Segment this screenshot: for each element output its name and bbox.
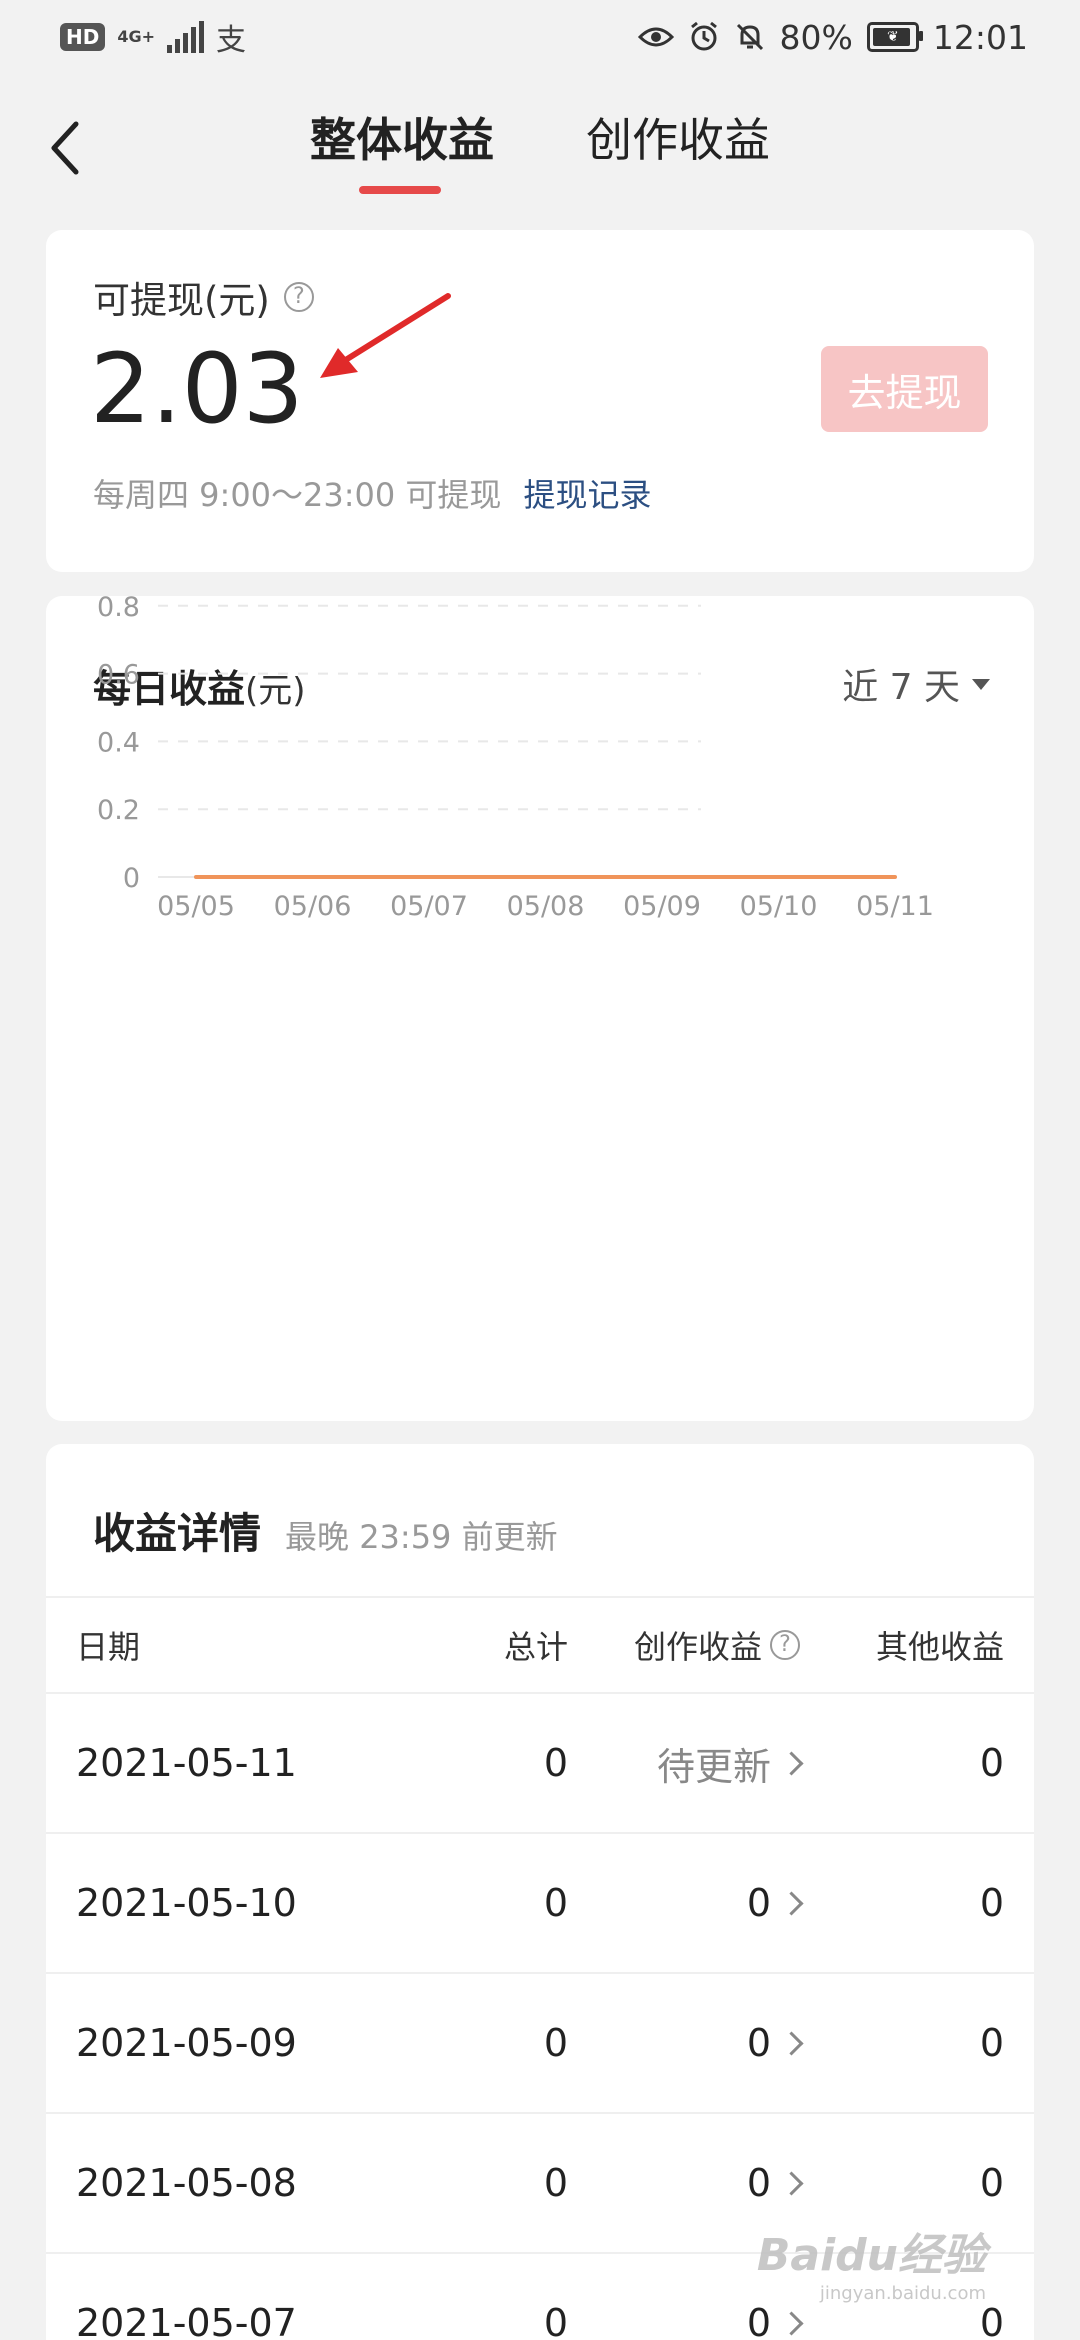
alarm-icon bbox=[690, 21, 717, 51]
status-bar: HD 4G+ 支 80% ❦ 12:01 bbox=[0, 0, 1080, 75]
balance-label: 可提现(元) bbox=[93, 279, 270, 322]
creation-help-icon[interactable]: ? bbox=[770, 1630, 800, 1660]
x-tick-label: 05/11 bbox=[856, 891, 934, 922]
withdraw-note: 每周四 9:00～23:00 可提现 提现记录 bbox=[93, 470, 651, 516]
row-creation[interactable]: 0 bbox=[746, 1834, 804, 1972]
data-point bbox=[660, 875, 664, 879]
status-right: 80% ❦ 12:01 bbox=[637, 12, 1028, 62]
x-tick-label: 05/08 bbox=[507, 891, 585, 922]
details-title: 收益详情 bbox=[93, 1509, 262, 1558]
row-date: 2021-05-09 bbox=[76, 2021, 297, 2065]
chevron-left-icon bbox=[51, 121, 79, 175]
data-point bbox=[776, 875, 781, 879]
row-other: 0 bbox=[979, 2021, 1004, 2065]
eye-icon bbox=[637, 27, 674, 47]
alipay-icon: 支 bbox=[216, 23, 247, 58]
x-tick-label: 05/07 bbox=[390, 891, 468, 922]
battery-percent: 80% bbox=[779, 17, 853, 57]
y-tick-label: 0.4 bbox=[97, 727, 140, 758]
network-type: 4G+ bbox=[117, 27, 156, 46]
row-other: 0 bbox=[979, 1741, 1004, 1785]
row-creation-value: 0 bbox=[746, 1881, 771, 1925]
chevron-right-icon bbox=[779, 2170, 804, 2196]
header-creation-label: 创作收益 bbox=[633, 1628, 762, 1666]
x-tick-label: 05/10 bbox=[740, 891, 818, 922]
row-total: 0 bbox=[543, 1881, 568, 1925]
row-total: 0 bbox=[543, 2301, 568, 2340]
hd-badge: HD bbox=[60, 23, 106, 51]
tab-creation-earnings[interactable]: 创作收益 bbox=[586, 104, 770, 170]
mute-bell-icon bbox=[736, 23, 763, 51]
top-nav: 整体收益 创作收益 bbox=[0, 80, 1080, 210]
back-button[interactable] bbox=[36, 108, 96, 188]
x-tick-label: 05/06 bbox=[274, 891, 352, 922]
data-point bbox=[543, 875, 548, 879]
row-total: 0 bbox=[543, 2021, 568, 2065]
row-date: 2021-05-07 bbox=[76, 2301, 297, 2340]
row-date: 2021-05-10 bbox=[76, 1881, 297, 1925]
row-total: 0 bbox=[543, 2161, 568, 2205]
chevron-right-icon bbox=[779, 1750, 804, 1776]
clock: 12:01 bbox=[932, 17, 1028, 57]
signal-icon bbox=[167, 21, 205, 53]
data-point bbox=[194, 875, 198, 879]
baidu-watermark: Baidu经验 jingyan.baidu.com bbox=[757, 2219, 986, 2304]
table-row[interactable]: 2021-05-11 0 待更新 0 bbox=[46, 1694, 1034, 1834]
red-arrow-annotation bbox=[320, 293, 451, 378]
chevron-right-icon bbox=[779, 2030, 804, 2056]
status-left: HD 4G+ 支 bbox=[60, 14, 246, 60]
daily-earnings-chart: 10.80.60.40.2005/0505/0605/0705/0805/090… bbox=[97, 596, 934, 922]
y-tick-label: 0.8 bbox=[97, 596, 140, 623]
withdraw-button[interactable]: 去提现 bbox=[821, 346, 988, 432]
y-tick-label: 0 bbox=[123, 863, 140, 894]
header-creation: 创作收益 ? bbox=[634, 1598, 800, 1692]
earnings-details-card: 收益详情 最晚 23:59 前更新 日期 总计 创作收益 ? 其他收益 2021… bbox=[46, 1444, 1034, 2340]
active-tab-indicator bbox=[359, 186, 441, 194]
table-row[interactable]: 2021-05-10 0 0 0 bbox=[46, 1834, 1034, 1974]
data-point bbox=[310, 875, 315, 879]
row-creation[interactable]: 待更新 bbox=[656, 1694, 804, 1832]
y-tick-label: 0.6 bbox=[97, 660, 140, 691]
row-creation[interactable]: 0 bbox=[746, 1974, 804, 2112]
table-row[interactable]: 2021-05-09 0 0 0 bbox=[46, 1974, 1034, 2114]
row-date: 2021-05-08 bbox=[76, 2161, 297, 2205]
row-creation-value: 0 bbox=[746, 2021, 771, 2065]
row-other: 0 bbox=[979, 1881, 1004, 1925]
details-subtitle: 最晚 23:59 前更新 bbox=[285, 1518, 558, 1556]
chevron-right-icon bbox=[779, 1890, 804, 1916]
x-tick-label: 05/05 bbox=[157, 891, 235, 922]
tab-overall-earnings[interactable]: 整体收益 bbox=[310, 104, 494, 170]
data-point bbox=[893, 875, 897, 879]
withdraw-records-link[interactable]: 提现记录 bbox=[523, 470, 651, 516]
row-creation-value: 0 bbox=[746, 2301, 771, 2340]
y-tick-label: 0.2 bbox=[97, 795, 140, 826]
row-creation-value: 0 bbox=[746, 2161, 771, 2205]
data-point bbox=[427, 875, 431, 879]
x-tick-label: 05/09 bbox=[623, 891, 701, 922]
battery-icon: ❦ bbox=[866, 22, 923, 52]
row-total: 0 bbox=[543, 1741, 568, 1785]
watermark-brand: Baidu经验 bbox=[756, 2230, 986, 2281]
balance-card: 可提现(元) ? 2.03 去提现 每周四 9:00～23:00 可提现 提现记… bbox=[46, 230, 1034, 572]
header-other: 其他收益 bbox=[875, 1628, 1004, 1666]
row-creation-value: 待更新 bbox=[656, 1744, 771, 1789]
table-header: 日期 总计 创作收益 ? 其他收益 bbox=[46, 1596, 1034, 1694]
chevron-right-icon bbox=[779, 2310, 804, 2336]
watermark-url: jingyan.baidu.com bbox=[819, 2283, 986, 2304]
header-date: 日期 bbox=[76, 1628, 141, 1666]
header-total: 总计 bbox=[503, 1628, 568, 1666]
row-date: 2021-05-11 bbox=[76, 1741, 297, 1785]
withdraw-schedule: 每周四 9:00～23:00 可提现 bbox=[93, 476, 502, 514]
balance-amount: 2.03 bbox=[90, 333, 304, 445]
daily-earnings-card: 每日收益(元) 近 7 天 10.80.60.40.2005/0505/0605… bbox=[46, 596, 1034, 1421]
details-header: 收益详情 最晚 23:59 前更新 bbox=[93, 1500, 558, 1561]
